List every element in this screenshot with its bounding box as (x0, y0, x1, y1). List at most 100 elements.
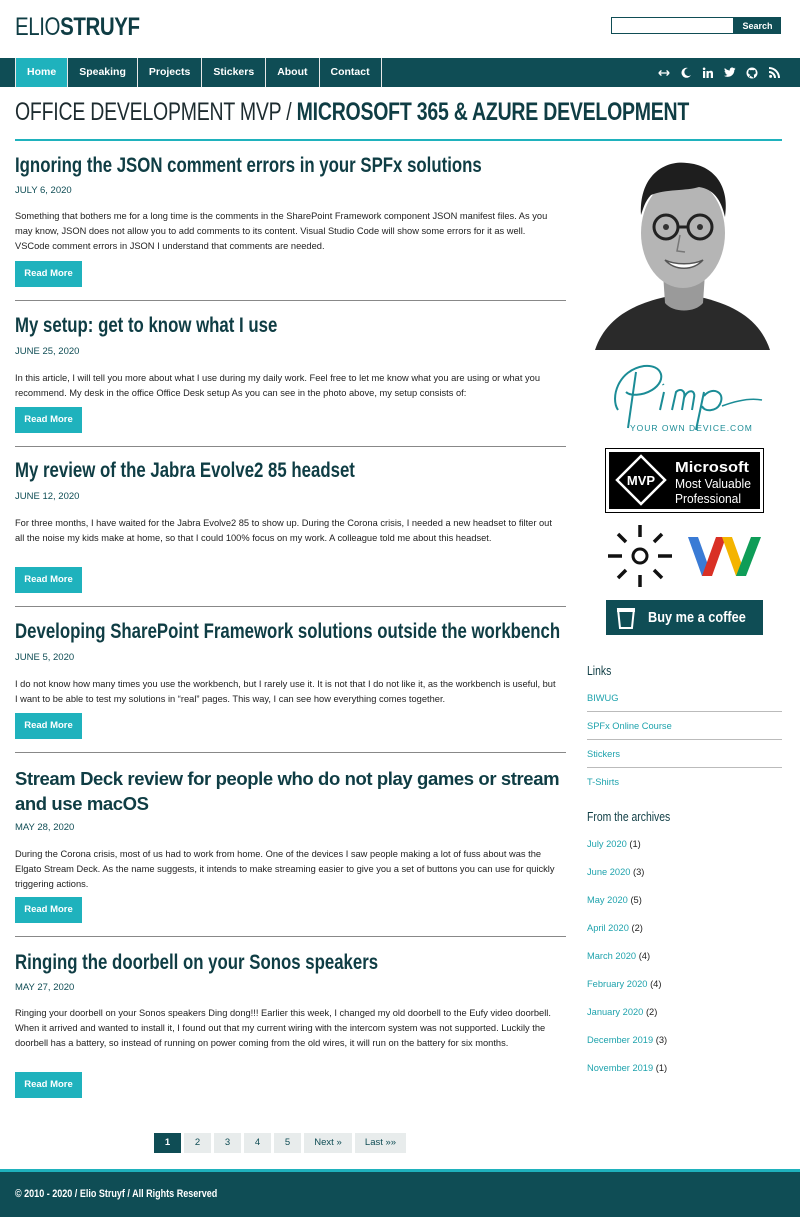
nav-item-speaking[interactable]: Speaking (68, 58, 138, 87)
link-item: SPFx Online Course (587, 712, 782, 740)
svg-text:YOUR OWN DEVICE.COM: YOUR OWN DEVICE.COM (630, 423, 753, 433)
svg-text:MVP: MVP (627, 473, 656, 488)
post-title[interactable]: Developing SharePoint Framework solution… (15, 620, 566, 644)
post-divider (15, 446, 566, 447)
read-more-button[interactable]: Read More (15, 407, 82, 433)
w-colored-logo[interactable] (686, 535, 763, 578)
social-icons (658, 58, 780, 87)
link-item: T-Shirts (587, 768, 782, 796)
archive-link[interactable]: March 2020 (587, 951, 636, 961)
rss-icon[interactable] (768, 67, 780, 79)
link-stickers[interactable]: Stickers (587, 749, 620, 759)
page-link[interactable]: 3 (214, 1133, 241, 1153)
pagination: 1 2 3 4 5 Next » Last »» (154, 1133, 406, 1153)
link-item: Stickers (587, 740, 782, 768)
archive-count: (4) (650, 979, 662, 989)
post-title[interactable]: My setup: get to know what I use (15, 314, 566, 338)
nav-item-projects[interactable]: Projects (138, 58, 203, 87)
page-link[interactable]: 4 (244, 1133, 271, 1153)
arrows-icon[interactable] (658, 67, 670, 79)
nav-item-stickers[interactable]: Stickers (202, 58, 267, 87)
last-page-link[interactable]: Last »» (355, 1133, 406, 1153)
post-divider (15, 606, 566, 607)
link-biwug[interactable]: BIWUG (587, 693, 619, 703)
author-portrait (595, 155, 770, 350)
archive-link[interactable]: February 2020 (587, 979, 647, 989)
moon-icon[interactable] (680, 67, 692, 79)
logo-bold-text: STRUYF (60, 13, 140, 41)
archives-list: July 2020 (1) June 2020 (3) May 2020 (5)… (587, 830, 782, 1082)
archive-link[interactable]: January 2020 (587, 1007, 643, 1017)
mvp-badge[interactable]: MVP Microsoft Most Valuable Professional (605, 448, 764, 513)
read-more-button[interactable]: Read More (15, 713, 82, 739)
post-divider (15, 300, 566, 301)
post-item: Stream Deck review for people who do not… (15, 766, 566, 937)
post-item: My setup: get to know what I use JUNE 25… (15, 314, 566, 447)
twitter-icon[interactable] (724, 67, 736, 79)
read-more-button[interactable]: Read More (15, 567, 82, 593)
search-input[interactable] (611, 17, 734, 34)
post-excerpt: In this article, I will tell you more ab… (15, 373, 540, 398)
archive-link[interactable]: December 2019 (587, 1035, 653, 1045)
page-title-light: OFFICE DEVELOPMENT MVP / (15, 98, 297, 126)
archive-item: February 2020 (4) (587, 970, 782, 998)
post-date: MAY 27, 2020 (15, 982, 75, 993)
crosshair-logo[interactable] (606, 523, 674, 589)
post-item: Ringing the doorbell on your Sonos speak… (15, 951, 566, 1098)
post-excerpt: I do not know how many times you use the… (15, 679, 556, 704)
site-footer: © 2010 - 2020 / Elio Struyf / All Rights… (0, 1172, 800, 1217)
post-title[interactable]: Ringing the doorbell on your Sonos speak… (15, 951, 566, 975)
site-logo[interactable]: ELIOSTRUYF (15, 13, 140, 42)
search-button[interactable]: Search (734, 17, 781, 34)
post-title[interactable]: Ignoring the JSON comment errors in your… (15, 154, 566, 178)
archive-count: (2) (631, 923, 643, 933)
post-title[interactable]: Stream Deck review for people who do not… (15, 766, 566, 816)
links-list: BIWUG SPFx Online Course Stickers T-Shir… (587, 684, 782, 796)
svg-text:Most Valuable: Most Valuable (675, 477, 751, 491)
next-page-link[interactable]: Next » (304, 1133, 352, 1153)
post-date: MAY 28, 2020 (15, 822, 75, 833)
post-date: JUNE 25, 2020 (15, 346, 80, 357)
archive-link[interactable]: April 2020 (587, 923, 629, 933)
archive-count: (2) (645, 1007, 658, 1017)
link-item: BIWUG (587, 684, 782, 712)
archive-item: June 2020 (3) (587, 858, 782, 886)
main-nav: Home Speaking Projects Stickers About Co… (0, 58, 800, 87)
archive-link[interactable]: May 2020 (587, 895, 628, 905)
page-current[interactable]: 1 (154, 1133, 181, 1153)
archive-item: December 2019 (3) (587, 1026, 782, 1054)
archive-item: April 2020 (2) (587, 914, 782, 942)
page-title: OFFICE DEVELOPMENT MVP / MICROSOFT 365 &… (15, 98, 689, 127)
nav-item-contact[interactable]: Contact (320, 58, 382, 87)
archive-link[interactable]: July 2020 (587, 839, 627, 849)
archive-count: (1) (655, 1063, 668, 1073)
link-tshirts[interactable]: T-Shirts (587, 777, 619, 787)
read-more-button[interactable]: Read More (15, 1072, 82, 1098)
page-link[interactable]: 5 (274, 1133, 301, 1153)
post-excerpt: During the Corona crisis, most of us had… (15, 849, 555, 889)
copyright-text: © 2010 - 2020 / Elio Struyf / All Rights… (15, 1188, 218, 1200)
archive-link[interactable]: June 2020 (587, 867, 630, 877)
post-title[interactable]: My review of the Jabra Evolve2 85 headse… (15, 459, 566, 483)
pimp-your-own-device-logo[interactable]: YOUR OWN DEVICE.COM (600, 358, 765, 436)
link-spfx-course[interactable]: SPFx Online Course (587, 721, 672, 731)
post-date: JUNE 12, 2020 (15, 491, 80, 502)
github-icon[interactable] (746, 67, 758, 79)
post-date: JULY 6, 2020 (15, 185, 72, 196)
site-header: ELIOSTRUYF Search (0, 0, 800, 58)
page-link[interactable]: 2 (184, 1133, 211, 1153)
linkedin-icon[interactable] (702, 67, 714, 79)
post-item: Ignoring the JSON comment errors in your… (15, 154, 566, 301)
post-date: JUNE 5, 2020 (15, 652, 75, 663)
read-more-button[interactable]: Read More (15, 261, 82, 287)
nav-item-about[interactable]: About (266, 58, 320, 87)
mvp-badge-graphic: MVP Microsoft Most Valuable Professional (615, 454, 751, 506)
archive-count: (4) (638, 951, 651, 961)
nav-item-home[interactable]: Home (16, 58, 69, 87)
svg-text:Professional: Professional (675, 492, 741, 506)
archive-link[interactable]: November 2019 (587, 1063, 653, 1073)
post-excerpt: Something that bothers me for a long tim… (15, 211, 548, 251)
links-title: Links (587, 663, 612, 678)
buy-me-a-coffee-button[interactable]: Buy me a coffee (606, 600, 763, 635)
read-more-button[interactable]: Read More (15, 897, 82, 923)
